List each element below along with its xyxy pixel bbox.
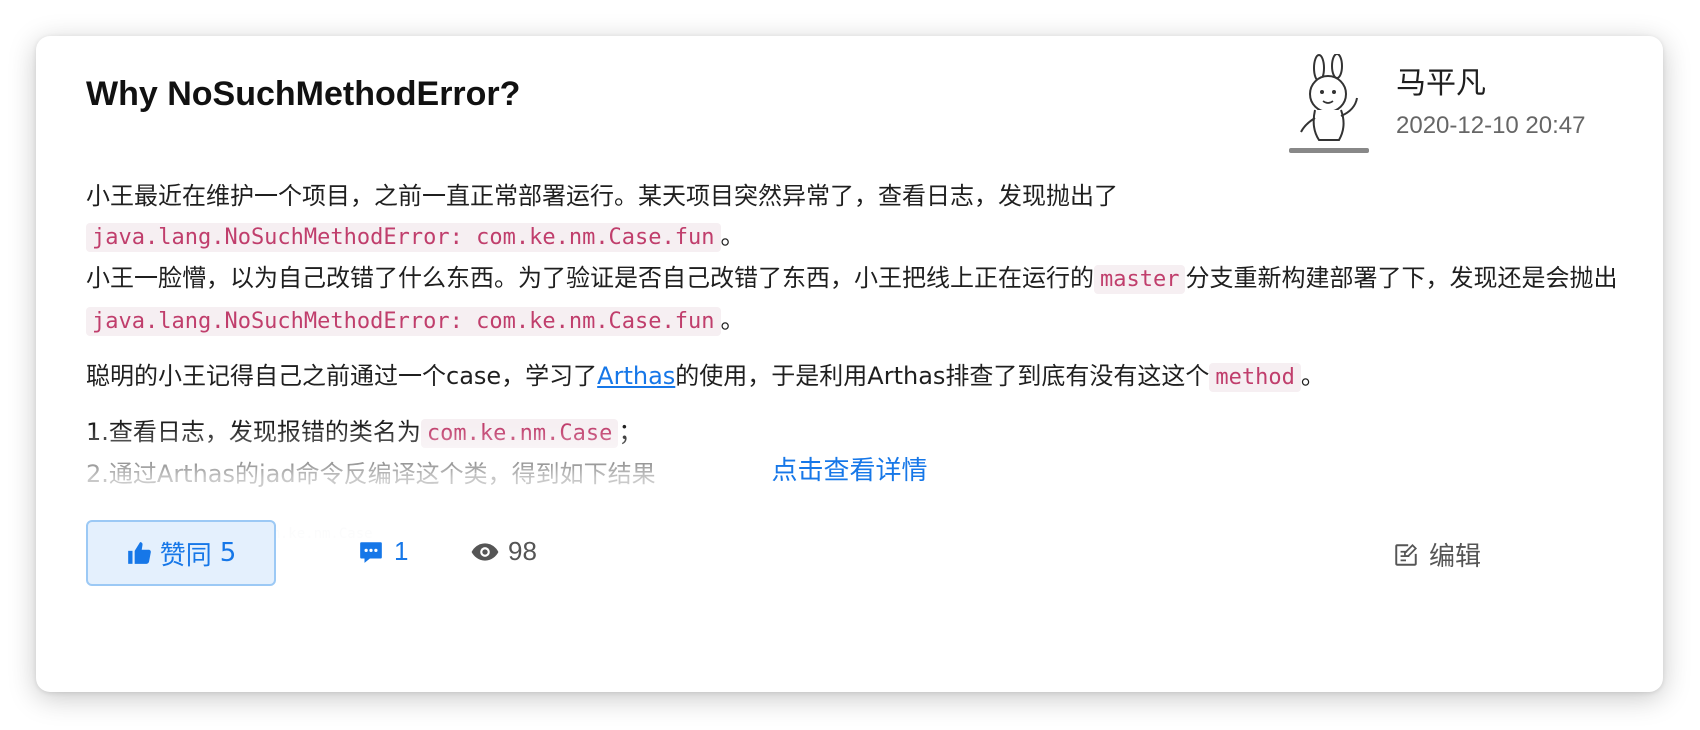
paragraph-text: 的使用，于是利用Arthas排查了到底有没有这这个 xyxy=(675,362,1210,390)
comment-icon xyxy=(360,541,382,563)
paragraph-text: ； xyxy=(618,418,643,446)
edit-icon xyxy=(1395,543,1417,566)
paragraph-1: 小王最近在维护一个项目，之前一直正常部署运行。某天项目突然异常了，查看日志，发现… xyxy=(86,176,1646,258)
inline-code: method xyxy=(1209,363,1301,392)
comment-button[interactable]: 1 xyxy=(358,536,408,567)
post-content: 小王最近在维护一个项目，之前一直正常部署运行。某天项目突然异常了，查看日志，发现… xyxy=(86,176,1646,556)
read-more-link[interactable]: 点击查看详情 xyxy=(771,456,927,486)
like-button[interactable]: 赞同 5 xyxy=(86,520,276,586)
view-counter: 98 xyxy=(470,536,537,567)
paragraph-text: 。 xyxy=(720,306,745,334)
paragraph-3: 聪明的小王记得自己之前通过一个case，学习了Arthas的使用，于是利用Art… xyxy=(86,356,1646,398)
edit-label: 编辑 xyxy=(1429,542,1482,572)
paragraph-text: 聪明的小王记得自己之前通过一个case，学习了 xyxy=(86,362,598,390)
like-count: 5 xyxy=(219,538,237,568)
arthas-link[interactable]: Arthas xyxy=(597,362,675,390)
paragraph-2: 小王一脸懵，以为自己改错了什么东西。为了验证是否自己改错了东西，小王把线上正在运… xyxy=(86,258,1646,342)
post-date: 2020-12-10 20:47 xyxy=(1396,112,1586,139)
paragraph-text: 小王一脸懵，以为自己改错了什么东西。为了验证是否自己改错了东西，小王把线上正在运… xyxy=(86,264,1094,292)
edit-button[interactable]: 编辑 xyxy=(1393,536,1481,573)
eye-icon xyxy=(471,542,499,561)
paragraph-text: 1.查看日志，发现报错的类名为 xyxy=(86,418,421,446)
view-count: 98 xyxy=(508,536,537,566)
comment-count: 1 xyxy=(394,536,409,566)
inline-code: java.lang.NoSuchMethodError: com.ke.nm.C… xyxy=(86,307,721,336)
paragraph-text: 小王最近在维护一个项目，之前一直正常部署运行。某天项目突然异常了，查看日志，发现… xyxy=(86,182,1118,210)
post-card: Why NoSuchMethodError? 马平凡 2020-12-10 20… xyxy=(36,36,1663,692)
read-more-container: 点击查看详情 xyxy=(36,450,1663,487)
paragraph-text: 。 xyxy=(1300,362,1325,390)
paragraph-text: 。 xyxy=(720,222,745,250)
like-label: 赞同 xyxy=(159,540,212,571)
inline-code: java.lang.NoSuchMethodError: com.ke.nm.C… xyxy=(86,223,721,252)
inline-code: com.ke.nm.Case xyxy=(420,419,619,448)
paragraph-text: 分支重新构建部署了下，发现还是会抛出 xyxy=(1185,264,1618,292)
bunny-avatar-icon[interactable] xyxy=(1281,54,1381,162)
author-name[interactable]: 马平凡 xyxy=(1396,58,1486,102)
thumbs-up-icon xyxy=(127,542,151,564)
step-1: 1.查看日志，发现报错的类名为 com.ke.nm.Case； xyxy=(86,412,1646,454)
inline-code: master xyxy=(1094,265,1186,294)
post-title[interactable]: Why NoSuchMethodError? xyxy=(86,72,520,116)
